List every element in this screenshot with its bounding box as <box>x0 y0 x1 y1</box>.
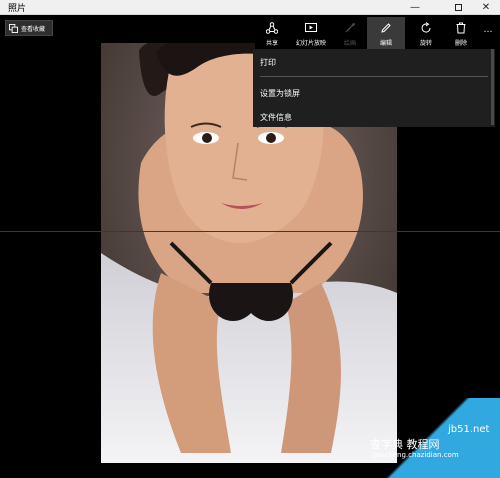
delete-icon <box>456 22 466 34</box>
draw-icon <box>345 23 355 33</box>
collection-icon <box>9 23 18 33</box>
maximize-icon <box>454 4 462 11</box>
maximize-button[interactable] <box>444 0 472 15</box>
minimize-icon: — <box>410 2 420 13</box>
menu-divider <box>260 76 488 77</box>
rotate-button[interactable]: 旋转 <box>413 17 439 51</box>
minimize-button[interactable]: — <box>401 0 429 15</box>
red-guide-line <box>0 231 500 232</box>
slideshow-icon <box>305 23 317 32</box>
more-menu: 打印 设置为锁屏 文件信息 <box>253 49 495 127</box>
window-title: 照片 <box>8 4 27 14</box>
watermark-site: jb51.net <box>448 424 490 435</box>
watermark-title: 查字典 教程网 <box>370 438 440 451</box>
menu-item-file-info[interactable]: 文件信息 <box>260 112 292 123</box>
share-label: 共享 <box>265 40 278 47</box>
slideshow-label: 幻灯片放映 <box>296 40 327 47</box>
edit-button[interactable]: 编辑 <box>367 17 405 51</box>
delete-label: 删除 <box>454 40 467 47</box>
title-bar: 照片 — ✕ <box>0 0 500 15</box>
photos-app: 查看收藏 共享 幻灯片放映 绘画 编辑 旋转 删除 … 打印 设置为锁屏 文件信… <box>0 15 500 478</box>
draw-button[interactable]: 绘画 <box>337 17 363 51</box>
edit-label: 编辑 <box>379 40 392 47</box>
command-bar: 共享 幻灯片放映 绘画 编辑 旋转 删除 … <box>255 17 500 51</box>
draw-label: 绘画 <box>343 40 356 47</box>
menu-scrollbar[interactable] <box>491 49 494 125</box>
rotate-label: 旋转 <box>419 40 432 47</box>
delete-button[interactable]: 删除 <box>448 17 474 51</box>
view-collection-label: 查看收藏 <box>21 25 46 33</box>
edit-icon <box>381 23 391 33</box>
share-icon <box>266 22 278 34</box>
close-icon: ✕ <box>481 2 491 13</box>
rotate-icon <box>421 22 431 33</box>
share-button[interactable]: 共享 <box>259 17 285 51</box>
close-button[interactable]: ✕ <box>472 0 500 15</box>
more-icon: … <box>483 25 493 35</box>
view-collection-button[interactable]: 查看收藏 <box>5 20 53 36</box>
menu-item-set-lock-screen[interactable]: 设置为锁屏 <box>260 88 300 99</box>
more-button[interactable]: … <box>475 17 500 51</box>
watermark-url: jiaocheng.chazidian.com <box>372 451 459 459</box>
slideshow-button[interactable]: 幻灯片放映 <box>296 17 326 51</box>
menu-item-print[interactable]: 打印 <box>260 57 276 68</box>
